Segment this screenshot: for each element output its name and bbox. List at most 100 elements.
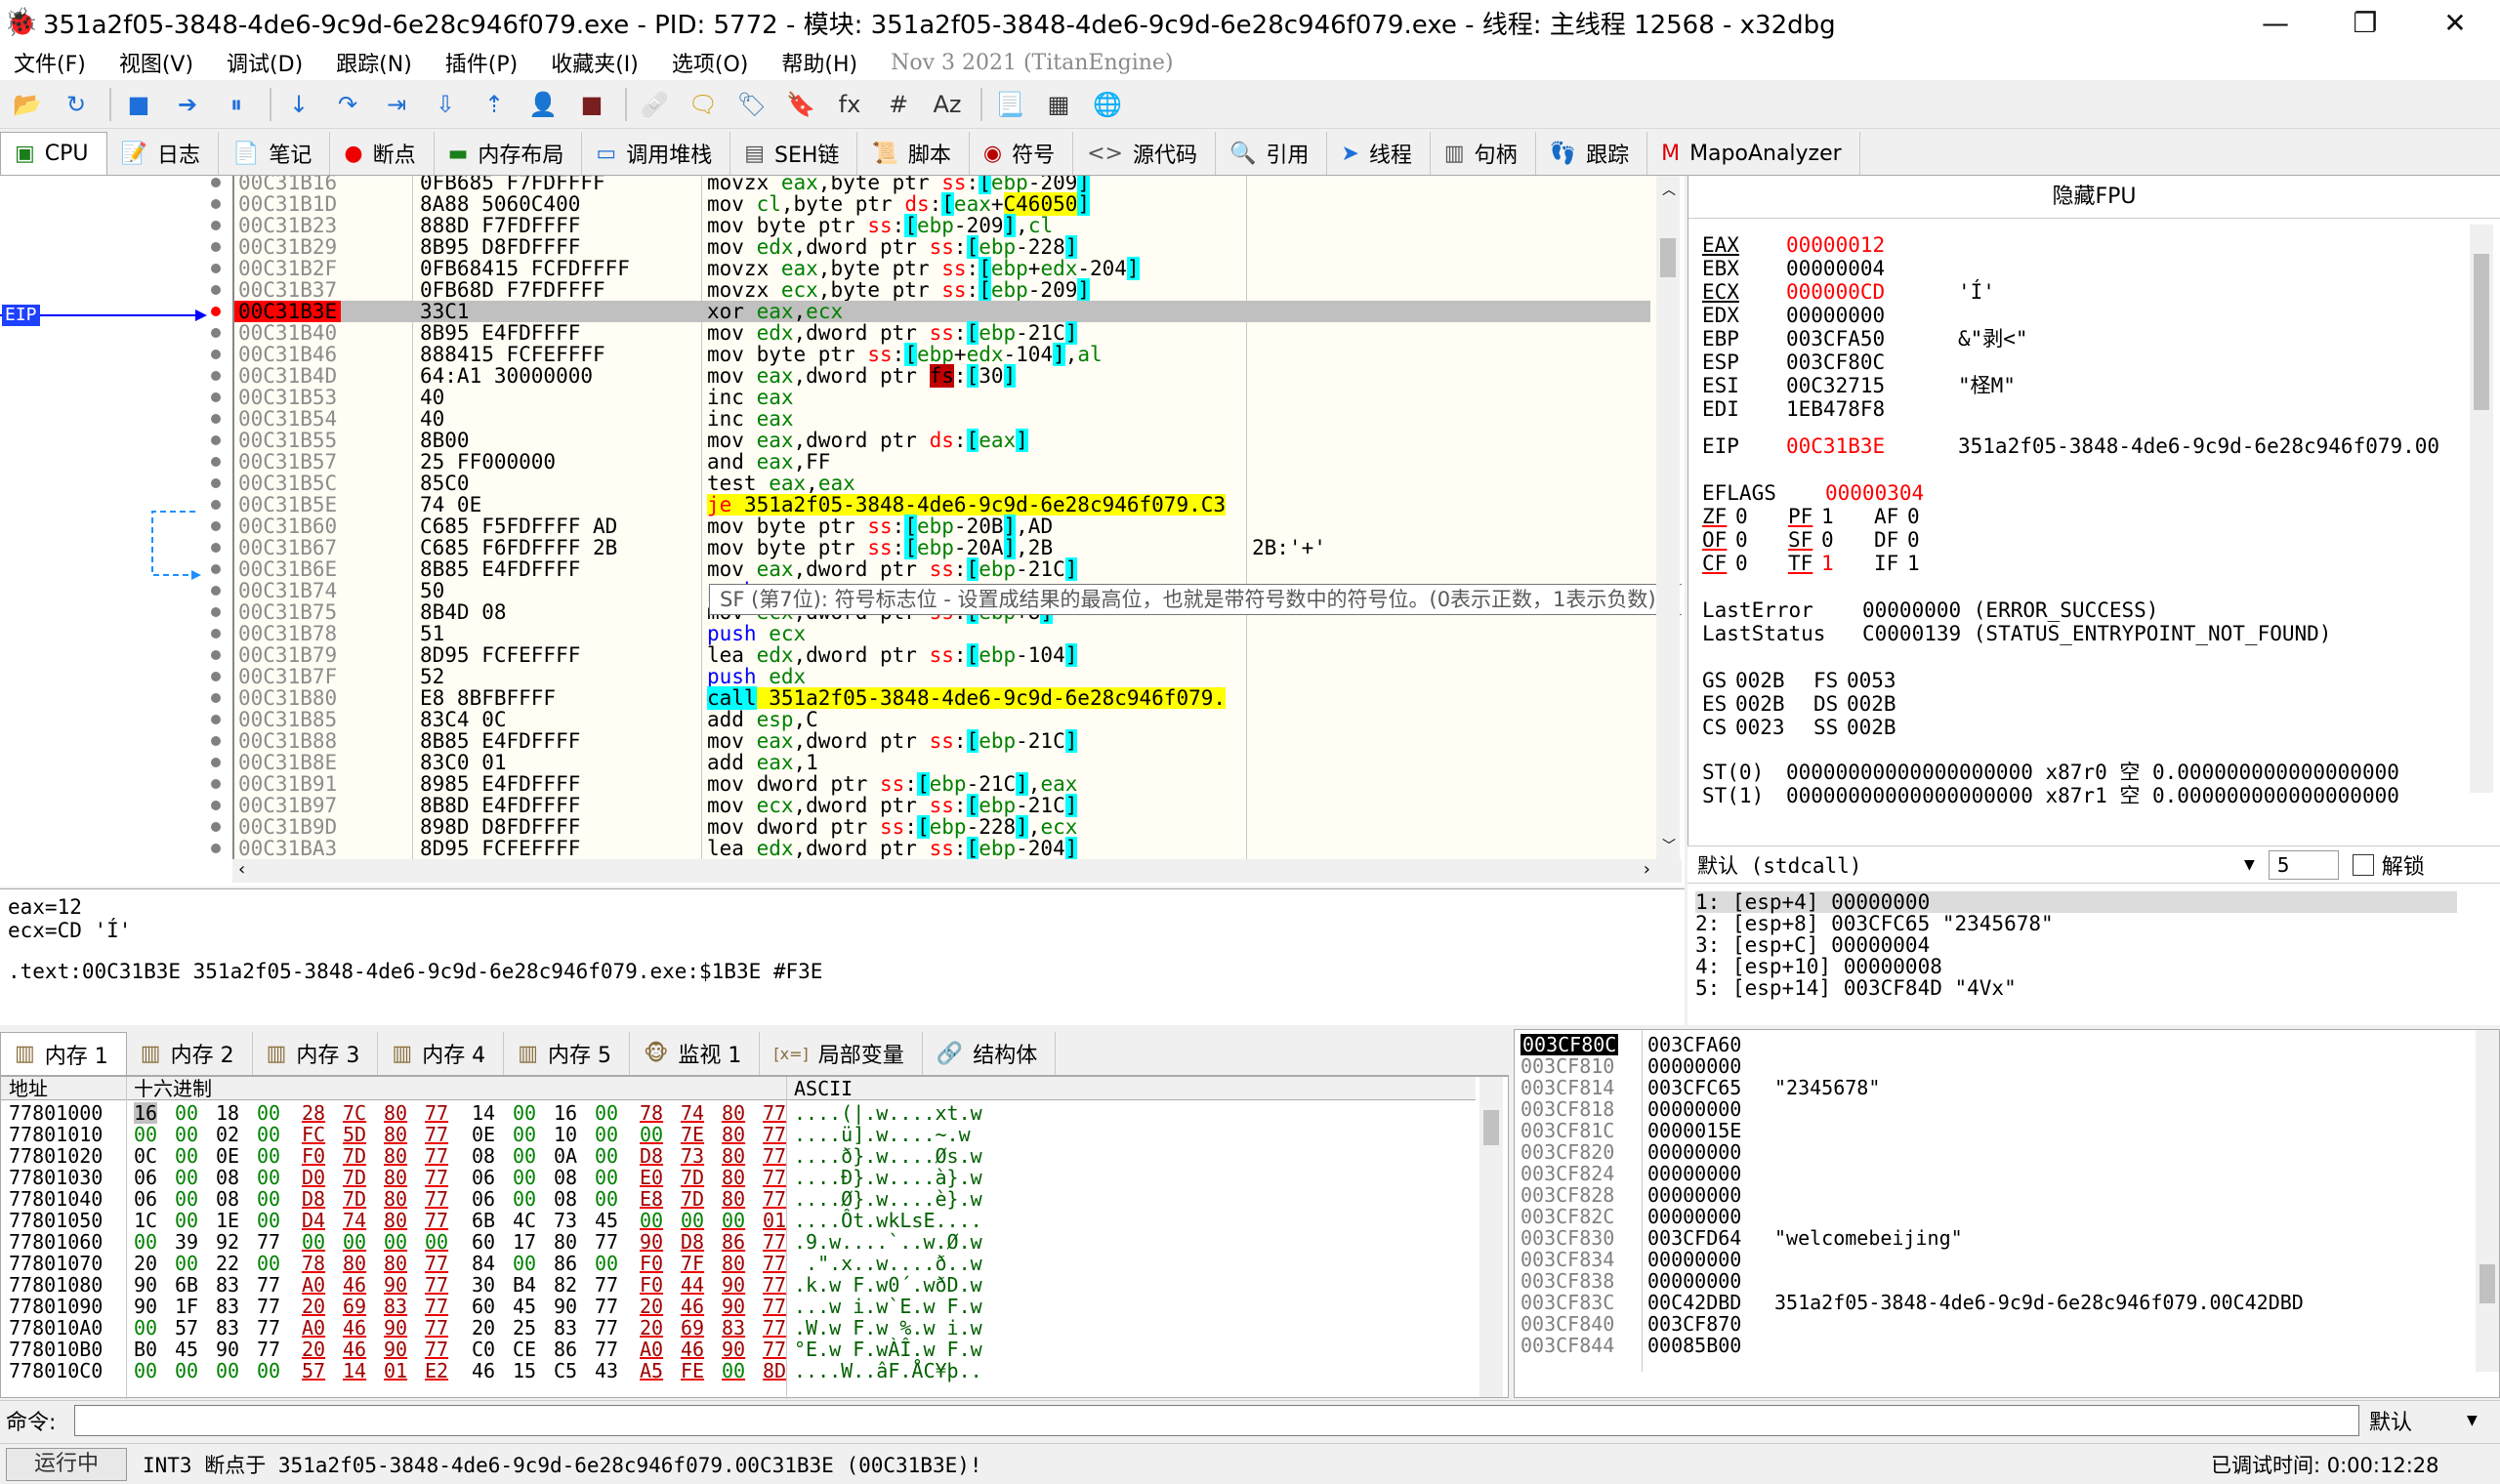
dump-byte[interactable]: 80 xyxy=(722,1124,745,1145)
calculator-icon[interactable]: ▦ xyxy=(1041,87,1076,122)
dump-byte[interactable]: 74 xyxy=(681,1102,704,1124)
tab-handle[interactable]: ▥ 句柄 xyxy=(1431,132,1536,175)
dump-byte[interactable]: 80 xyxy=(384,1102,407,1124)
dump-byte[interactable]: 7D xyxy=(343,1145,366,1167)
maximize-button[interactable]: ❐ xyxy=(2320,0,2410,45)
dump-byte[interactable]: 80 xyxy=(384,1253,407,1274)
dump-byte[interactable]: 00 xyxy=(595,1253,618,1274)
dump-byte[interactable]: 20 xyxy=(640,1317,663,1339)
flag-value[interactable]: 0 xyxy=(1735,506,1788,527)
dump-byte[interactable]: 90 xyxy=(134,1274,157,1296)
breakpoint-dot-icon[interactable] xyxy=(211,607,221,617)
dump-byte[interactable]: 00 xyxy=(134,1360,157,1381)
command-input[interactable] xyxy=(74,1404,2359,1436)
dump-byte[interactable]: 00 xyxy=(513,1124,536,1145)
dump-byte[interactable]: 83 xyxy=(554,1317,577,1339)
dump-byte[interactable]: 69 xyxy=(343,1296,366,1317)
dump-byte[interactable]: A0 xyxy=(302,1317,325,1339)
dump-byte[interactable]: 7E xyxy=(681,1124,704,1145)
globe-icon[interactable]: 🌐 xyxy=(1090,87,1125,122)
dump-byte[interactable]: 00 xyxy=(134,1231,157,1253)
command-mode-select[interactable]: 默认 xyxy=(2369,1405,2467,1436)
dump-byte[interactable]: 4C xyxy=(513,1210,536,1231)
register-eflags[interactable]: EFLAGS 00000304 xyxy=(1702,482,1924,504)
breakpoint-dot-icon[interactable] xyxy=(211,285,221,295)
dump-byte[interactable]: 77 xyxy=(425,1339,448,1360)
dump-byte[interactable]: 00 xyxy=(134,1317,157,1339)
dump-byte[interactable]: 77 xyxy=(763,1124,786,1145)
stack-pane[interactable]: 003CF80C 003CFA60 003CF810 00000000 003CF814… xyxy=(1514,1029,2500,1398)
menu-plugins[interactable]: 插件(P) xyxy=(445,47,518,78)
dump-byte[interactable]: 80 xyxy=(343,1253,366,1274)
dump-byte[interactable]: 10 xyxy=(554,1124,577,1145)
disasm-row[interactable]: 00C31B40 8B95 E4FDFFFF mov edx,dword ptr s… xyxy=(234,321,1650,345)
menu-favourites[interactable]: 收藏夹(I) xyxy=(551,47,639,78)
dump-byte[interactable]: 46 xyxy=(343,1274,366,1296)
register-ecx[interactable]: ECX 000000CD 'Í' xyxy=(1702,281,1995,303)
dump-byte[interactable]: 02 xyxy=(216,1124,239,1145)
dump-byte[interactable]: 20 xyxy=(640,1296,663,1317)
dump-byte[interactable]: 77 xyxy=(763,1145,786,1167)
label-icon[interactable]: 🏷 xyxy=(734,87,770,122)
dump-byte[interactable]: D8 xyxy=(681,1231,704,1253)
dump-byte[interactable]: 77 xyxy=(257,1317,280,1339)
dump-byte[interactable]: 46 xyxy=(343,1339,366,1360)
stack-args-pane[interactable]: 1: [esp+4] 00000000 2: [esp+8] 003CFC65 "… xyxy=(1688,883,2500,1025)
breakpoint-dot-icon[interactable] xyxy=(211,457,221,467)
tab-source[interactable]: <> 源代码 xyxy=(1073,132,1216,175)
dump-byte[interactable]: 00 xyxy=(513,1253,536,1274)
dump-byte[interactable]: 77 xyxy=(595,1296,618,1317)
breakpoint-dot-icon[interactable] xyxy=(211,586,221,596)
dump-byte[interactable]: 90 xyxy=(722,1296,745,1317)
dump-byte[interactable]: 1C xyxy=(134,1210,157,1231)
dump-scrollbar[interactable] xyxy=(1479,1077,1503,1397)
dump-byte[interactable]: 17 xyxy=(513,1231,536,1253)
flags-row[interactable]: OF 0 SF 0 DF 0 xyxy=(1702,529,1960,551)
menu-trace[interactable]: 跟踪(N) xyxy=(336,47,412,78)
dump-byte[interactable]: 77 xyxy=(763,1231,786,1253)
dump-byte[interactable]: 45 xyxy=(513,1296,536,1317)
dump-byte[interactable]: 00 xyxy=(681,1210,704,1231)
disasm-row[interactable]: 00C31B16 0FB685 F7FDFFFF movzx eax,byte pt… xyxy=(234,176,1650,194)
tab-log[interactable]: 📝 日志 xyxy=(107,132,219,175)
disasm-row[interactable]: 00C31B1D 8A88 5060C400 mov cl,byte ptr ds:… xyxy=(234,192,1650,216)
dump-byte[interactable]: 90 xyxy=(722,1274,745,1296)
dump-byte[interactable]: 25 xyxy=(513,1317,536,1339)
call-convention-select[interactable]: 默认 (stdcall) xyxy=(1697,850,2244,880)
script-icon[interactable]: 📃 xyxy=(992,87,1027,122)
dump-byte[interactable]: 80 xyxy=(384,1188,407,1210)
disasm-row[interactable]: 00C31B46 888415 FCFEFFFF mov byte ptr ss:[… xyxy=(234,343,1650,366)
breakpoint-dot-icon[interactable] xyxy=(211,350,221,359)
dump-byte[interactable]: 08 xyxy=(472,1145,495,1167)
chevron-down-icon[interactable]: ▼ xyxy=(2244,857,2255,873)
dump-byte[interactable]: 90 xyxy=(384,1274,407,1296)
dump-byte[interactable]: B4 xyxy=(513,1274,536,1296)
dump-tab-5[interactable]: ▥ 内存 5 xyxy=(504,1032,630,1075)
disasm-row[interactable]: 00C31B2F 0FB68415 FCFDFFFF movzx eax,byte … xyxy=(234,257,1650,280)
dump-byte[interactable]: 00 xyxy=(175,1188,198,1210)
dump-byte[interactable]: 8D xyxy=(763,1360,786,1381)
dump-byte[interactable]: 77 xyxy=(425,1274,448,1296)
dump-byte[interactable]: 16 xyxy=(134,1102,158,1124)
dump-byte[interactable]: E2 xyxy=(425,1360,448,1381)
comment-icon[interactable]: 🗨 xyxy=(686,87,721,122)
dump-byte[interactable]: 0C xyxy=(134,1145,157,1167)
flag-value[interactable]: 0 xyxy=(1907,506,1960,527)
memory-dump-pane[interactable]: 地址 十六进制 ASCII 77801000 16 00 18 00 28 7C 80 77 14… xyxy=(0,1076,1509,1399)
dump-byte[interactable]: 46 xyxy=(681,1339,704,1360)
menu-debug[interactable]: 调试(D) xyxy=(227,47,303,78)
dump-byte[interactable]: 08 xyxy=(554,1167,577,1188)
breakpoint-dot-icon[interactable] xyxy=(211,242,221,252)
disasm-row[interactable]: 00C31B6E 8B85 E4FDFFFF mov eax,dword ptr s… xyxy=(234,557,1650,581)
trace-over-icon[interactable]: ⇩ xyxy=(428,87,463,122)
disasm-row[interactable]: 00C31B78 51 push ecx xyxy=(234,623,1650,644)
dump-byte[interactable]: 77 xyxy=(425,1296,448,1317)
dump-byte[interactable]: 77 xyxy=(425,1124,448,1145)
disasm-row[interactable]: 00C31B80 E8 8BFBFFFF call 351a2f05-3848-4d… xyxy=(234,686,1650,710)
tab-seh[interactable]: ▤ SEH链 xyxy=(730,132,858,175)
dump-byte[interactable]: 06 xyxy=(472,1167,495,1188)
dump-byte[interactable]: 84 xyxy=(472,1253,495,1274)
flag-value[interactable]: 0 xyxy=(1907,529,1960,551)
tab-call-stack[interactable]: ▭ 调用堆栈 xyxy=(582,132,731,175)
minimize-button[interactable]: — xyxy=(2230,0,2320,45)
